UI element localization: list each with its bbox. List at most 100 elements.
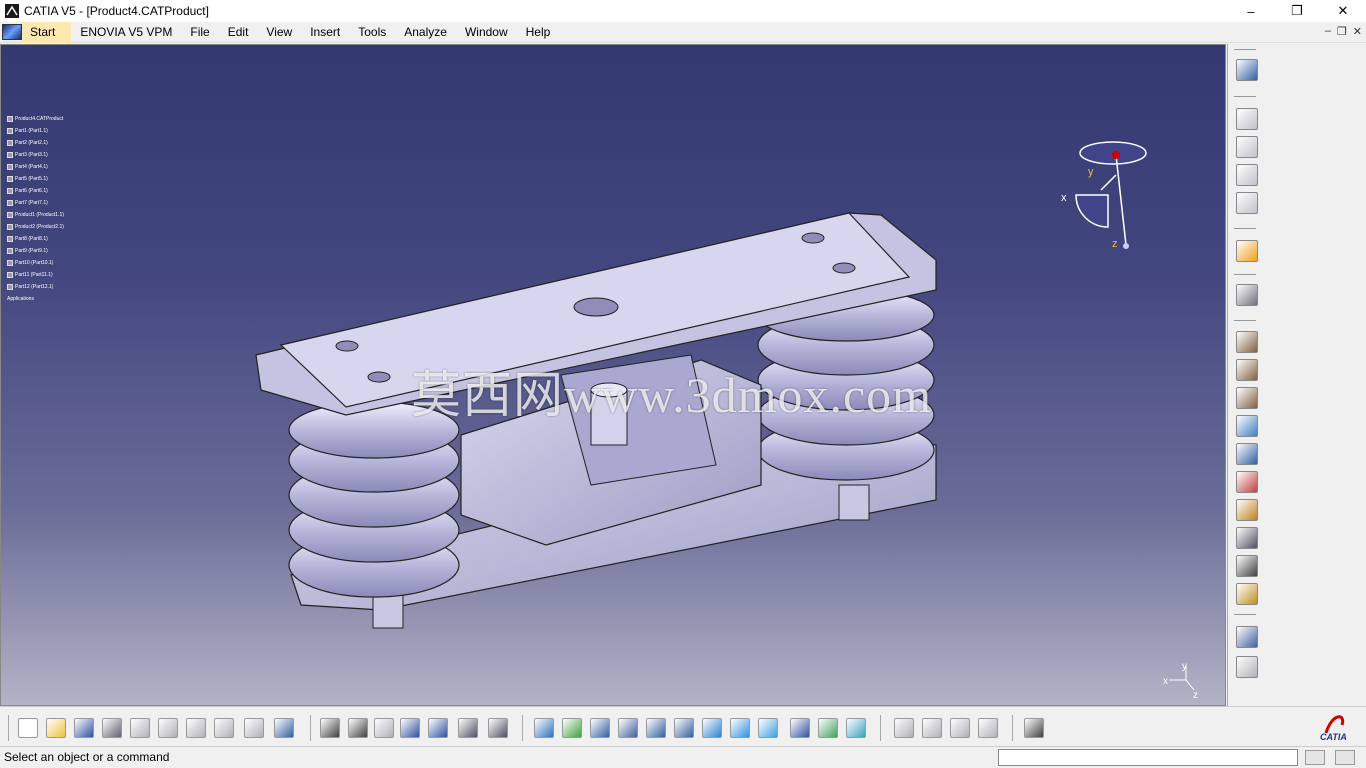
status-button-2[interactable] bbox=[1335, 750, 1355, 765]
command-input[interactable] bbox=[998, 749, 1298, 766]
menu-insert[interactable]: Insert bbox=[301, 22, 349, 43]
gear-icon-3[interactable] bbox=[1236, 387, 1258, 409]
maximize-button[interactable]: ❐ bbox=[1274, 0, 1320, 22]
compass-y-label: y bbox=[1088, 166, 1094, 178]
undo-icon[interactable] bbox=[214, 718, 234, 738]
swap-space-icon[interactable] bbox=[846, 718, 866, 738]
watermark-text: 莫西网www.3dmox.com bbox=[411, 367, 933, 423]
compass-z-label: z bbox=[1112, 238, 1118, 250]
window-title: CATIA V5 - [Product4.CATProduct] bbox=[24, 4, 209, 18]
open-icon[interactable] bbox=[46, 718, 66, 738]
camera-icon[interactable] bbox=[1236, 59, 1258, 81]
catia-brand-logo: CATIA bbox=[1320, 715, 1347, 742]
toolbar-separator bbox=[522, 715, 523, 741]
compass-x-label: x bbox=[1061, 192, 1067, 204]
table-icon[interactable] bbox=[400, 718, 420, 738]
measure-icon[interactable] bbox=[374, 718, 394, 738]
menu-edit[interactable]: Edit bbox=[219, 22, 258, 43]
iso-view-icon[interactable] bbox=[758, 718, 778, 738]
fly-icon[interactable] bbox=[534, 718, 554, 738]
right-toolbar bbox=[1227, 44, 1366, 706]
doc-close-button[interactable]: ✕ bbox=[1353, 25, 1362, 38]
render-style-icon[interactable] bbox=[790, 718, 810, 738]
rotate-icon[interactable] bbox=[618, 718, 638, 738]
triad-z-label: z bbox=[1193, 690, 1198, 700]
compass-widget[interactable]: y x z bbox=[1056, 135, 1166, 255]
selective-load-icon[interactable] bbox=[1236, 555, 1258, 577]
reorder-icon[interactable] bbox=[1236, 471, 1258, 493]
bottom-toolbar: CATIA bbox=[0, 706, 1366, 746]
toolbar-separator bbox=[1234, 96, 1256, 97]
paste-icon[interactable] bbox=[186, 718, 206, 738]
multi-instantiation-icon[interactable] bbox=[1236, 626, 1258, 648]
toolbar-separator bbox=[1234, 49, 1256, 50]
fly-mode-icon[interactable] bbox=[1236, 284, 1258, 306]
reorder-icon[interactable] bbox=[978, 718, 998, 738]
bill-of-material-icon[interactable] bbox=[1236, 108, 1258, 130]
close-button[interactable]: ✕ bbox=[1320, 0, 1366, 22]
knowledge-icon[interactable] bbox=[348, 718, 368, 738]
menu-analyze[interactable]: Analyze bbox=[395, 22, 456, 43]
toolbar-separator bbox=[8, 715, 9, 741]
toolbar-separator bbox=[310, 715, 311, 741]
catalog-icon[interactable] bbox=[428, 718, 448, 738]
zoom-in-icon[interactable] bbox=[646, 718, 666, 738]
cut-icon[interactable] bbox=[130, 718, 150, 738]
menu-bar: Start ENOVIA V5 VPM File Edit View Inser… bbox=[0, 21, 1366, 43]
product-icon-1[interactable] bbox=[1236, 136, 1258, 158]
pan-icon[interactable] bbox=[590, 718, 610, 738]
toolbar-separator bbox=[1234, 320, 1256, 321]
toolbar-separator bbox=[1234, 614, 1256, 615]
menu-window[interactable]: Window bbox=[456, 22, 517, 43]
constraint-icon[interactable] bbox=[894, 718, 914, 738]
menu-enovia[interactable]: ENOVIA V5 VPM bbox=[71, 22, 181, 43]
capture-icon[interactable] bbox=[1024, 718, 1044, 738]
copy-paste-icon[interactable] bbox=[950, 718, 970, 738]
fit-all-icon[interactable] bbox=[562, 718, 582, 738]
minimize-button[interactable]: – bbox=[1228, 0, 1274, 22]
print-icon[interactable] bbox=[102, 718, 122, 738]
menu-file[interactable]: File bbox=[181, 22, 218, 43]
whats-this-icon[interactable] bbox=[274, 718, 294, 738]
toolbar-separator bbox=[880, 715, 881, 741]
fast-multi-instantiation-icon[interactable] bbox=[1236, 656, 1258, 678]
gear-icon-2[interactable] bbox=[1236, 359, 1258, 381]
update-icon[interactable] bbox=[922, 718, 942, 738]
quick-view-icon[interactable] bbox=[730, 718, 750, 738]
save-icon[interactable] bbox=[74, 718, 94, 738]
triad-x-label: x bbox=[1163, 676, 1168, 687]
menu-tools[interactable]: Tools bbox=[349, 22, 395, 43]
drafting-icon[interactable] bbox=[488, 718, 508, 738]
zoom-out-icon[interactable] bbox=[674, 718, 694, 738]
select-arrow-icon[interactable] bbox=[1236, 240, 1258, 262]
replace-component-icon[interactable] bbox=[1236, 443, 1258, 465]
existing-component-icon[interactable] bbox=[1236, 415, 1258, 437]
generate-numbering-icon[interactable] bbox=[1236, 527, 1258, 549]
catia-app-icon bbox=[5, 4, 19, 18]
status-button-1[interactable] bbox=[1305, 750, 1325, 765]
redo-icon[interactable] bbox=[244, 718, 264, 738]
doc-minimize-button[interactable]: – bbox=[1325, 25, 1331, 38]
menu-start[interactable]: Start bbox=[22, 21, 72, 43]
toolbar-separator bbox=[1234, 228, 1256, 229]
graph-tree-icon[interactable] bbox=[1236, 499, 1258, 521]
catia-logo-icon[interactable] bbox=[2, 24, 22, 40]
hide-show-icon[interactable] bbox=[818, 718, 838, 738]
menu-view[interactable]: View bbox=[257, 22, 301, 43]
triad-y-label: y bbox=[1182, 661, 1187, 672]
normal-view-icon[interactable] bbox=[702, 718, 722, 738]
sketch-icon[interactable] bbox=[458, 718, 478, 738]
status-bar: Select an object or a command bbox=[0, 746, 1366, 768]
product-icon-2[interactable] bbox=[1236, 164, 1258, 186]
doc-restore-button[interactable]: ❐ bbox=[1337, 25, 1347, 38]
3d-viewport[interactable]: Product4.CATProduct Part1 (Part1.1) Part… bbox=[0, 44, 1226, 706]
title-bar: CATIA V5 - [Product4.CATProduct] – ❐ ✕ bbox=[0, 0, 1366, 22]
formula-icon[interactable] bbox=[320, 718, 340, 738]
new-icon[interactable] bbox=[18, 718, 38, 738]
gear-icon-1[interactable] bbox=[1236, 331, 1258, 353]
product-icon-3[interactable] bbox=[1236, 192, 1258, 214]
menu-help[interactable]: Help bbox=[517, 22, 560, 43]
axis-triad: x y z bbox=[1163, 661, 1198, 700]
copy-icon[interactable] bbox=[158, 718, 178, 738]
manage-representations-icon[interactable] bbox=[1236, 583, 1258, 605]
